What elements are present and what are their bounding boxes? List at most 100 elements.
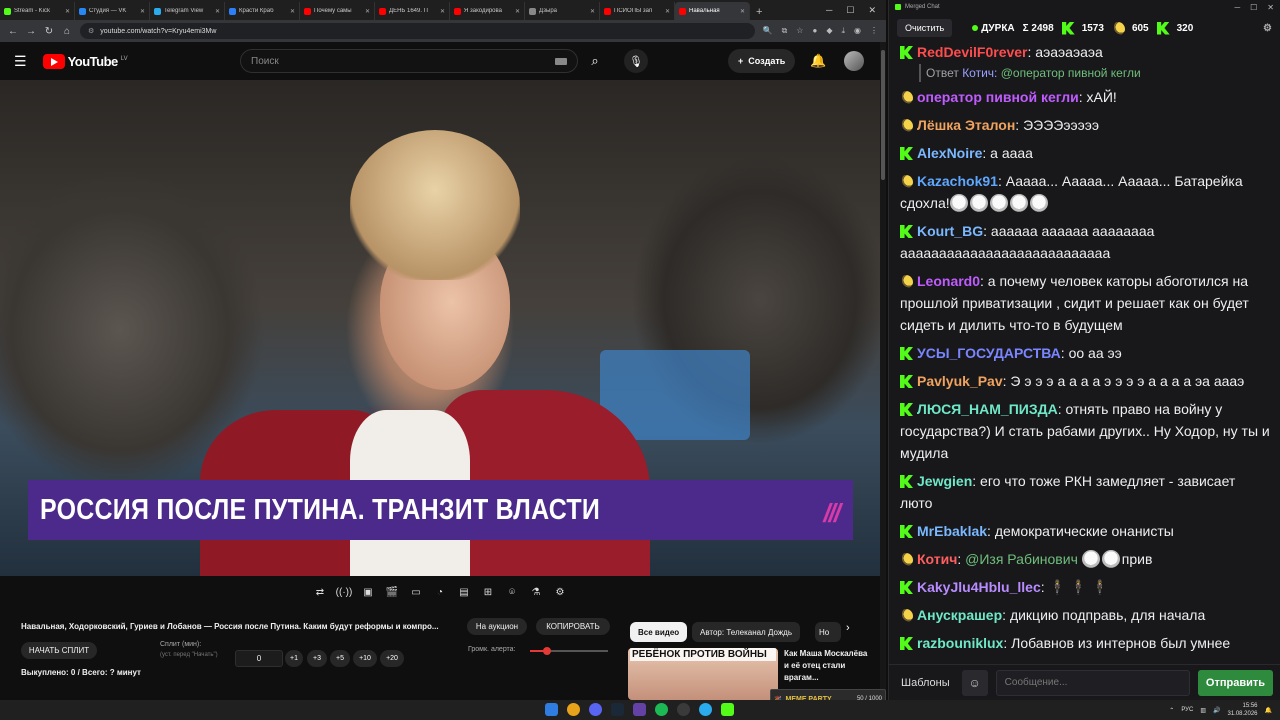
spotify-icon[interactable] — [655, 703, 668, 716]
tab-close-icon[interactable]: ✕ — [290, 8, 295, 15]
browser-tab[interactable]: ПСИОПЫ зап ✕ — [600, 2, 675, 20]
alert-volume-slider[interactable] — [530, 647, 608, 655]
browser-tab[interactable]: Навальная ✕ — [675, 2, 750, 20]
copy-button[interactable]: КОПИРОВАТЬ — [536, 618, 610, 635]
site-info-icon[interactable]: ⚙ — [88, 27, 94, 35]
picture-icon[interactable]: ▭ — [408, 584, 424, 600]
recommended-title[interactable]: Как Маша Москалёва и её отец стали врага… — [784, 648, 872, 684]
chat-username[interactable]: Kazachok91 — [917, 173, 998, 189]
browser-tab[interactable]: Почему самы ✕ — [300, 2, 375, 20]
clock[interactable]: 15:56 31.08.2026 — [1227, 702, 1257, 718]
chrome-icon[interactable] — [567, 703, 580, 716]
tab-close-icon[interactable]: ✕ — [140, 8, 145, 15]
split-step-button[interactable]: +3 — [307, 650, 327, 667]
tab-close-icon[interactable]: ✕ — [515, 8, 520, 15]
language-indicator[interactable]: РУС — [1181, 707, 1193, 713]
discord-icon[interactable] — [589, 703, 602, 716]
minimize-icon[interactable]: ─ — [1234, 3, 1240, 12]
chat-username[interactable]: razbouniklux — [917, 635, 1003, 651]
steam-icon[interactable] — [611, 703, 624, 716]
chat-mention[interactable]: @Изя Рабинович — [965, 551, 1078, 567]
create-button[interactable]: + Создать — [728, 49, 796, 73]
chat-username[interactable]: KakyJlu4Hblu_llec — [917, 579, 1041, 595]
screenshot-icon[interactable]: ⌾ — [504, 584, 520, 600]
split-step-button[interactable]: +1 — [285, 650, 303, 667]
flask-icon[interactable]: ⚗ — [528, 584, 544, 600]
chat-username[interactable]: Pavlyuk_Pav — [917, 373, 1003, 389]
chat-username[interactable]: Kourt_BG — [917, 223, 983, 239]
url-field[interactable]: ⚙ youtube.com/watch?v=Kryu4emi3Mw — [80, 23, 755, 39]
chat-username[interactable]: Лёшка Эталон — [917, 117, 1015, 133]
home-icon[interactable]: ⌂ — [62, 26, 72, 37]
notifications-icon[interactable]: 🔔 — [810, 53, 826, 69]
speed-icon[interactable]: ◔ — [432, 584, 448, 600]
chat-username[interactable]: Котич — [917, 551, 957, 567]
bookmark-icon[interactable]: ☆ — [796, 26, 803, 36]
chat-username[interactable]: MrEbaklak — [917, 523, 987, 539]
chip-author[interactable]: Автор: Телеканал Дождь — [692, 622, 801, 642]
forward-icon[interactable]: → — [26, 26, 36, 37]
network-icon[interactable]: ▥ — [1200, 707, 1206, 714]
downloads-icon[interactable]: ⤓ — [841, 26, 845, 36]
split-step-button[interactable]: +5 — [330, 650, 350, 667]
tab-close-icon[interactable]: ✕ — [365, 8, 370, 15]
share-icon[interactable]: ⧉ — [782, 26, 788, 36]
telegram-icon[interactable] — [699, 703, 712, 716]
menu-icon[interactable]: ☰ — [14, 53, 27, 70]
alert-volume-handle[interactable] — [543, 647, 552, 655]
maximize-icon[interactable]: ☐ — [1250, 3, 1257, 12]
extension-icon[interactable]: ◆ — [826, 26, 832, 36]
gear-icon[interactable]: ⚙ — [552, 584, 568, 600]
minimize-icon[interactable]: ─ — [826, 5, 832, 16]
avatar[interactable] — [844, 51, 864, 71]
browser-tab[interactable]: Telegram View ✕ — [150, 2, 225, 20]
chat-username[interactable]: Jewgien — [917, 473, 972, 489]
microphone-icon[interactable]: 🎙 — [624, 49, 648, 73]
chat-username[interactable]: AlexNoire — [917, 145, 982, 161]
clapperboard-icon[interactable]: 🎬 — [384, 584, 400, 600]
split-minutes-input[interactable]: 0 — [235, 650, 283, 667]
close-icon[interactable]: ✕ — [1267, 3, 1274, 12]
chat-username[interactable]: Анускрашер — [917, 607, 1002, 623]
start-icon[interactable] — [545, 703, 558, 716]
chevron-right-icon[interactable]: › — [846, 622, 850, 634]
loop-icon[interactable]: ⇄ — [312, 584, 328, 600]
recommended-thumbnail[interactable]: РЕБЁНОК ПРОТИВ ВОЙНЫ — [628, 648, 778, 700]
browser-tab[interactable]: Stream - Kick ✕ — [0, 2, 75, 20]
tab-close-icon[interactable]: ✕ — [65, 8, 70, 15]
maximize-icon[interactable]: ☐ — [846, 5, 854, 16]
tab-close-icon[interactable]: ✕ — [740, 8, 745, 15]
notification-bell-icon[interactable]: 🔔 — [1265, 707, 1272, 714]
gear-icon[interactable]: ⚙ — [1263, 23, 1272, 34]
search-icon[interactable]: ⌕ — [578, 49, 612, 73]
back-icon[interactable]: ← — [8, 26, 18, 37]
emoji-icon[interactable]: ☺ — [961, 669, 988, 696]
browser-tab[interactable]: Дзыра ✕ — [525, 2, 600, 20]
chat-username[interactable]: Leonard0 — [917, 273, 980, 289]
camera-off-icon[interactable]: ▣ — [360, 584, 376, 600]
clear-button[interactable]: Очистить — [897, 19, 953, 37]
zoom-icon[interactable]: 🔍 — [763, 26, 773, 36]
start-split-button[interactable]: НАЧАТЬ СПЛИТ — [21, 642, 97, 659]
keyboard-icon[interactable] — [555, 57, 567, 65]
chip-more[interactable]: Но — [815, 622, 841, 642]
chip-all-videos[interactable]: Все видео — [630, 622, 688, 642]
tab-close-icon[interactable]: ✕ — [665, 8, 670, 15]
chat-username[interactable]: УСЫ_ГОСУДАРСТВА — [917, 345, 1061, 361]
tab-close-icon[interactable]: ✕ — [590, 8, 595, 15]
kick-app-icon[interactable] — [721, 703, 734, 716]
video-player[interactable]: РОССИЯ ПОСЛЕ ПУТИНА. ТРАНЗИТ ВЛАСТИ /// — [0, 80, 880, 576]
send-button[interactable]: Отправить — [1197, 669, 1273, 696]
chat-username[interactable]: RedDevilF0rever — [917, 44, 1028, 60]
new-tab-button[interactable]: + — [750, 6, 768, 20]
split-step-button[interactable]: +10 — [353, 650, 377, 667]
page-scrollbar[interactable] — [880, 42, 886, 700]
film-icon[interactable]: ▤ — [456, 584, 472, 600]
add-clip-icon[interactable]: ⊞ — [480, 584, 496, 600]
browser-tab[interactable]: Красти Краб ✕ — [225, 2, 300, 20]
youtube-logo[interactable]: YouTube LV — [42, 53, 128, 69]
split-step-button[interactable]: +20 — [380, 650, 404, 667]
volume-icon[interactable]: 🔊 — [1213, 707, 1220, 714]
obs-icon[interactable] — [677, 703, 690, 716]
menu-icon[interactable]: ⋮ — [870, 26, 878, 36]
